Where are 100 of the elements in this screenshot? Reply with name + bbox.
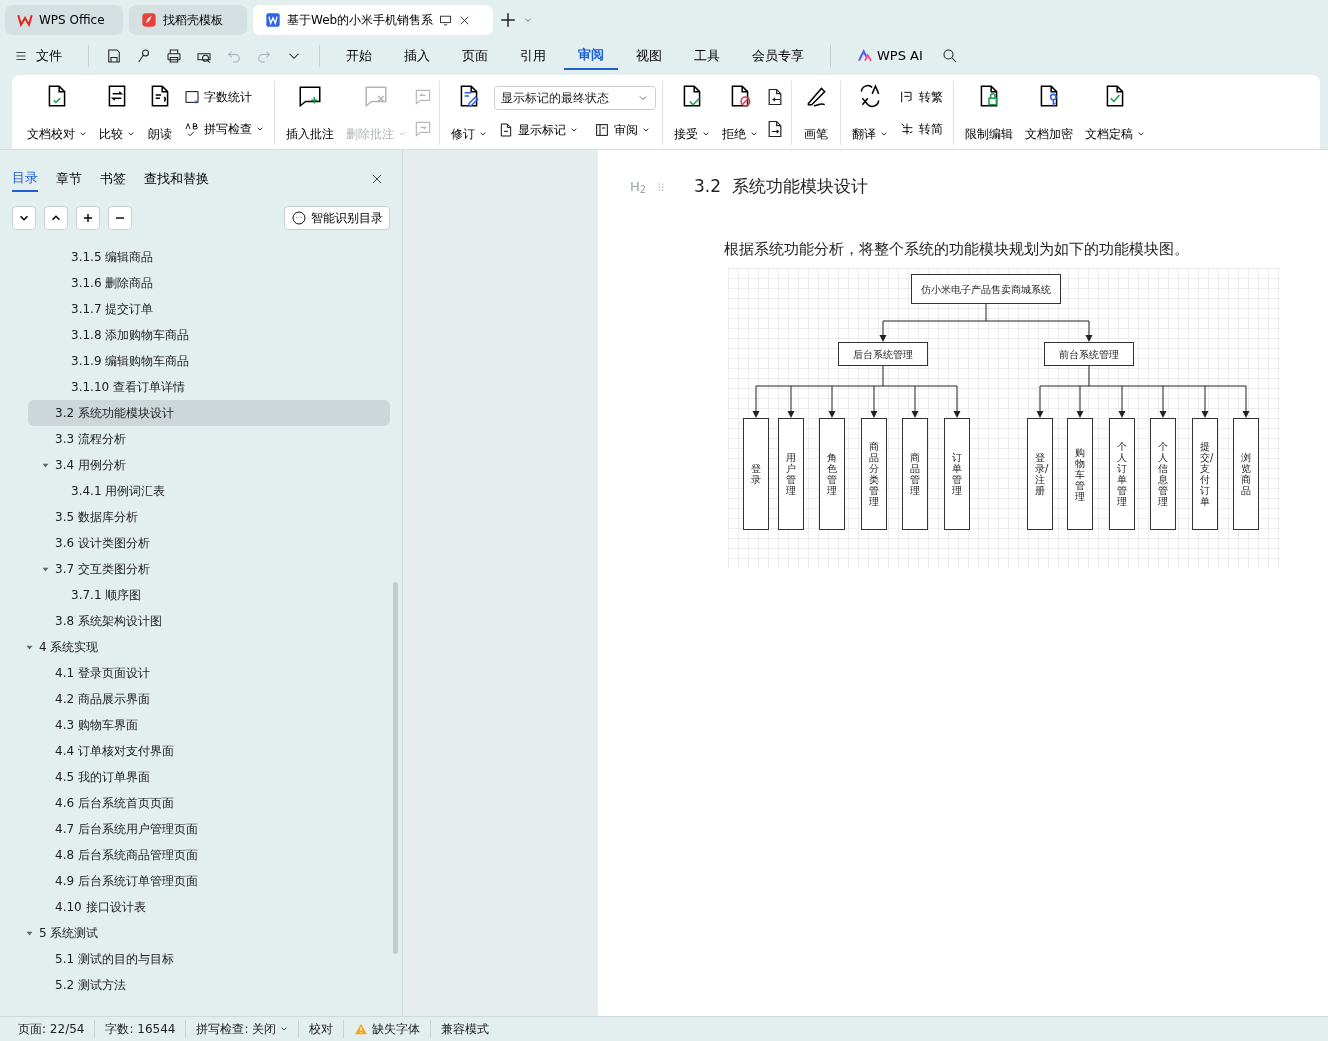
save-icon[interactable] xyxy=(105,47,123,65)
ribbon-button[interactable]: 文档校对 xyxy=(22,81,92,145)
toc-item[interactable]: 3.1.9 编辑购物车商品 xyxy=(28,348,390,374)
menu-tab[interactable]: 会员专享 xyxy=(738,42,818,70)
menu-tab[interactable]: 工具 xyxy=(680,42,734,70)
node-label: 订单管理 xyxy=(952,452,962,496)
status-item[interactable]: 页面: 22/54 xyxy=(8,1020,96,1038)
toc-item[interactable]: 3.5 数据库分析 xyxy=(28,504,390,530)
status-item[interactable]: 校对 xyxy=(299,1020,345,1038)
toc-item[interactable]: 3.1.8 添加购物车商品 xyxy=(28,322,390,348)
ribbon-button[interactable]: 审阅 xyxy=(590,118,654,141)
new-tab-icon[interactable] xyxy=(499,11,517,29)
ribbon-button[interactable]: 拼写检查 xyxy=(180,118,268,140)
menu-tab[interactable]: 插入 xyxy=(390,42,444,70)
menu-tab[interactable]: 审阅 xyxy=(564,42,618,70)
document-tab[interactable]: WPS Office xyxy=(5,5,123,35)
toc-item[interactable]: 4.6 后台系统首页页面 xyxy=(28,790,390,816)
collapse-up-button[interactable] xyxy=(44,206,68,230)
toc-item[interactable]: 5.1 测试的目的与目标 xyxy=(28,946,390,972)
connector-arrow xyxy=(1118,385,1126,418)
heading-level-marker: H$_{2}$ xyxy=(630,178,646,197)
toc-item[interactable]: 3.7 交互类图分析 xyxy=(28,556,390,582)
connector-arrow xyxy=(828,385,836,418)
caret-icon xyxy=(880,130,888,138)
monitor-icon[interactable] xyxy=(439,13,453,27)
ribbon-button[interactable]: 文档加密 xyxy=(1020,81,1078,145)
sidebar-tab[interactable]: 章节 xyxy=(56,167,82,191)
ribbon-button[interactable]: 翻译 xyxy=(847,81,893,145)
toc-item[interactable]: 4.7 后台系统用户管理页面 xyxy=(28,816,390,842)
toc-item[interactable]: 4.10 接口设计表 xyxy=(28,894,390,920)
connector-arrow xyxy=(953,385,961,418)
toc-item[interactable]: 3.2 系统功能模块设计 xyxy=(28,400,390,426)
toc-item[interactable]: 3.1.6 删除商品 xyxy=(28,270,390,296)
toc-item[interactable]: 3.1.10 查看订单详情 xyxy=(28,374,390,400)
ribbon-button[interactable]: 限制编辑 xyxy=(960,81,1018,145)
ribbon-button[interactable]: 比较 xyxy=(94,81,140,145)
toc-item[interactable]: 5 系统测试 xyxy=(28,920,390,946)
document-tab[interactable]: 基于Web的小米手机销售系 xyxy=(253,5,493,35)
caret-icon xyxy=(479,130,487,138)
toc-item[interactable]: 5.2 测试方法 xyxy=(28,972,390,998)
ribbon-button[interactable]: 画笔 xyxy=(798,81,834,145)
toc-item[interactable]: 3.3 流程分析 xyxy=(28,426,390,452)
menu-tab[interactable]: 开始 xyxy=(332,42,386,70)
toc-item[interactable]: 4.3 购物车界面 xyxy=(28,712,390,738)
status-item[interactable]: 兼容模式 xyxy=(431,1020,500,1038)
ribbon-button[interactable]: 接受 xyxy=(669,81,715,145)
sidebar-tab[interactable]: 查找和替换 xyxy=(144,167,209,191)
tab-title: 找稻壳模板 xyxy=(163,12,223,29)
ribbon-button[interactable]: 转简 xyxy=(895,118,947,140)
ribbon-button[interactable]: 朗读 xyxy=(142,81,178,145)
menu-icon[interactable] xyxy=(14,49,28,63)
ribbon-button[interactable]: 文档定稿 xyxy=(1080,81,1150,145)
sidebar-tab[interactable]: 目录 xyxy=(12,166,38,192)
status-item[interactable]: 拼写检查: 关闭 xyxy=(186,1020,300,1038)
connector-arrow xyxy=(879,320,887,342)
status-item[interactable]: 字数: 16544 xyxy=(95,1020,187,1038)
toc-item[interactable]: 3.7.1 顺序图 xyxy=(28,582,390,608)
menu-tab[interactable]: 引用 xyxy=(506,42,560,70)
connector-arrow xyxy=(1036,385,1044,418)
connector-arrow xyxy=(752,385,760,418)
ribbon-button[interactable]: 字数统计 xyxy=(180,86,268,108)
search-icon[interactable] xyxy=(940,47,959,65)
wps-ai-button[interactable]: WPS AI xyxy=(843,42,937,70)
file-menu[interactable]: 文件 xyxy=(32,42,76,70)
ribbon-button[interactable]: 转繁 xyxy=(895,86,947,108)
toc-item[interactable]: 4 系统实现 xyxy=(28,634,390,660)
expand-down-button[interactable] xyxy=(12,206,36,230)
smart-toc-button[interactable]: 智能识别目录 xyxy=(284,206,390,230)
toc-item[interactable]: 3.1.7 提交订单 xyxy=(28,296,390,322)
connector-arrow xyxy=(1242,385,1250,418)
toc-item[interactable]: 3.8 系统架构设计图 xyxy=(28,608,390,634)
toc-item[interactable]: 4.8 后台系统商品管理页面 xyxy=(28,842,390,868)
connector-arrow xyxy=(1201,385,1209,418)
toc-item[interactable]: 3.4 用例分析 xyxy=(28,452,390,478)
toc-item[interactable]: 4.2 商品展示界面 xyxy=(28,686,390,712)
toc-item[interactable]: 4.5 我的订单界面 xyxy=(28,764,390,790)
sidebar-tab[interactable]: 书签 xyxy=(100,167,126,191)
menu-tab[interactable]: 视图 xyxy=(622,42,676,70)
node-label: 后台系统管理 xyxy=(853,347,913,362)
add-button[interactable] xyxy=(76,206,100,230)
markup-dropdown[interactable]: 显示标记的最终状态 xyxy=(494,85,656,110)
ribbon-button[interactable]: 显示标记 xyxy=(494,118,582,141)
toc-item[interactable]: 4.1 登录页面设计 xyxy=(28,660,390,686)
menu-tab[interactable]: 页面 xyxy=(448,42,502,70)
toc-item[interactable]: 3.6 设计类图分析 xyxy=(28,530,390,556)
print-icon[interactable] xyxy=(165,47,183,65)
close-icon[interactable] xyxy=(370,172,384,186)
document-tab[interactable]: 找稻壳模板 xyxy=(129,5,247,35)
toc-item[interactable]: 4.4 订单核对支付界面 xyxy=(28,738,390,764)
toc-item[interactable]: 3.1.5 编辑商品 xyxy=(28,244,390,270)
node-label: 角色管理 xyxy=(827,452,837,496)
node-label: 商品分类管理 xyxy=(869,441,879,507)
ribbon-button[interactable]: 修订 xyxy=(446,81,492,145)
toc-item[interactable]: 3.4.1 用例词汇表 xyxy=(28,478,390,504)
status-item[interactable]: 缺失字体 xyxy=(344,1020,432,1038)
toc-item[interactable]: 4.9 后台系统订单管理页面 xyxy=(28,868,390,894)
ribbon-button[interactable]: 拒绝 xyxy=(717,81,763,145)
ribbon-button[interactable]: 插入批注 xyxy=(281,81,339,145)
remove-button[interactable] xyxy=(108,206,132,230)
scrollbar-thumb[interactable] xyxy=(393,582,398,954)
